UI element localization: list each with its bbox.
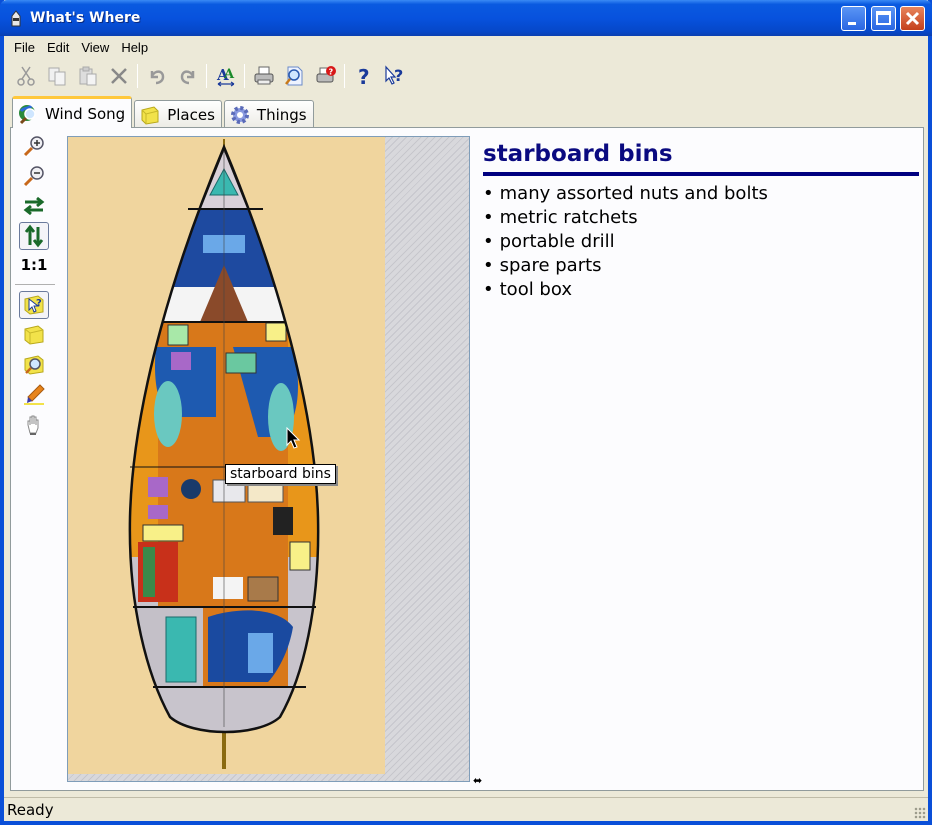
find-place-button[interactable] <box>19 351 49 379</box>
fit-height-button[interactable] <box>19 222 49 250</box>
cut-button[interactable] <box>10 62 41 90</box>
toolbar: AA ? ? ? <box>4 60 928 92</box>
tab-content: 1:1 ? starboard bins ⬌ starboard bins • … <box>10 127 924 791</box>
zoom-in-button[interactable] <box>19 132 49 160</box>
tab-strip: Wind Song Places Things <box>12 96 316 128</box>
identify-place-button[interactable]: ? <box>19 291 49 319</box>
globe-magnifier-icon <box>19 104 36 124</box>
toolbar-separator <box>15 284 55 285</box>
svg-text:?: ? <box>358 65 370 87</box>
menu-edit[interactable]: Edit <box>41 40 75 55</box>
copy-icon <box>48 67 65 86</box>
vertical-arrows-icon <box>24 224 44 248</box>
thing-item: tool box <box>483 278 919 302</box>
yellow-box-icon <box>24 325 44 345</box>
map-viewport[interactable]: starboard bins <box>67 136 470 782</box>
tab-places[interactable]: Places <box>134 100 222 128</box>
actual-size-button[interactable]: 1:1 <box>19 252 49 278</box>
things-list: many assorted nuts and bolts metric ratc… <box>483 182 919 302</box>
printer-question-icon: ? <box>316 66 336 83</box>
undo-button[interactable] <box>141 62 172 90</box>
question-icon: ? <box>358 65 370 87</box>
fit-width-button[interactable] <box>19 192 49 220</box>
whats-this-button[interactable]: ? <box>379 62 410 90</box>
svg-text:?: ? <box>36 298 42 309</box>
tab-label: Wind Song <box>45 104 126 123</box>
menu-bar: File Edit View Help <box>4 36 928 58</box>
map-toolbar: 1:1 ? <box>15 132 55 441</box>
print-preview-icon <box>284 66 302 86</box>
zoom-in-icon <box>23 136 44 157</box>
mouse-cursor-icon <box>286 427 301 449</box>
scissors-icon <box>16 66 35 86</box>
hand-icon <box>27 415 39 435</box>
pan-button[interactable] <box>19 411 49 439</box>
title-bar[interactable]: What's Where <box>0 0 932 36</box>
svg-text:A: A <box>223 67 235 82</box>
map-tooltip: starboard bins <box>225 464 336 484</box>
menu-view[interactable]: View <box>75 40 115 55</box>
print-preview-button[interactable] <box>279 62 310 90</box>
maximize-icon <box>876 11 891 25</box>
menu-help[interactable]: Help <box>115 40 154 55</box>
yellow-box-icon <box>141 105 159 125</box>
toolbar-separator <box>137 64 138 88</box>
toolbar-separator <box>244 64 245 88</box>
resize-grip[interactable] <box>914 807 926 819</box>
horizontal-arrows-icon <box>23 196 45 216</box>
tab-wind-song[interactable]: Wind Song <box>12 96 133 128</box>
highlighter-icon <box>24 384 45 405</box>
box-pointer-question-icon: ? <box>24 295 44 315</box>
app-window: What's Where File Edit View Help A A ? ?… <box>0 0 932 825</box>
menu-file[interactable]: File <box>8 40 41 55</box>
minimize-button[interactable] <box>841 6 866 31</box>
paste-icon <box>79 66 96 86</box>
maximize-button[interactable] <box>871 6 896 31</box>
highlight-button[interactable] <box>19 381 49 409</box>
delete-button[interactable] <box>103 62 134 90</box>
help-button[interactable]: ? <box>348 62 379 90</box>
printer-icon <box>254 66 273 85</box>
boat-plan-drawing <box>128 139 320 769</box>
app-icon <box>11 10 21 27</box>
status-text: Ready <box>7 800 54 819</box>
zoom-out-button[interactable] <box>19 162 49 190</box>
tab-label: Places <box>167 105 215 124</box>
svg-text:?: ? <box>394 66 403 85</box>
window-title: What's Where <box>30 10 141 26</box>
thing-item: spare parts <box>483 254 919 278</box>
thing-item: portable drill <box>483 230 919 254</box>
redo-icon <box>180 70 194 85</box>
zoom-out-icon <box>23 166 44 187</box>
boat-floorplan[interactable] <box>68 137 385 774</box>
svg-text:?: ? <box>328 68 333 77</box>
close-icon <box>905 11 920 26</box>
close-button[interactable] <box>900 6 925 31</box>
x-icon <box>110 68 127 84</box>
font-button[interactable]: AA <box>210 62 241 90</box>
minimize-icon <box>848 22 856 25</box>
arrow-question-icon: ? <box>384 65 403 85</box>
tab-things[interactable]: Things <box>223 100 314 128</box>
status-bar: Ready <box>4 797 928 821</box>
toolbar-separator <box>206 64 207 88</box>
toolbar-separator <box>344 64 345 88</box>
gear-icon <box>230 105 249 124</box>
paste-button[interactable] <box>72 62 103 90</box>
print-help-button[interactable]: ? <box>310 62 341 90</box>
box-magnifier-icon <box>24 355 44 375</box>
new-place-button[interactable] <box>19 321 49 349</box>
tab-label: Things <box>256 105 307 124</box>
place-detail-panel: starboard bins many assorted nuts and bo… <box>483 138 919 302</box>
thing-item: metric ratchets <box>483 206 919 230</box>
splitter-handle[interactable]: ⬌ <box>473 774 482 787</box>
redo-button[interactable] <box>172 62 203 90</box>
thing-item: many assorted nuts and bolts <box>483 182 919 206</box>
place-title: starboard bins <box>483 138 919 176</box>
font-icon: AA <box>216 66 235 87</box>
copy-button[interactable] <box>41 62 72 90</box>
print-button[interactable] <box>248 62 279 90</box>
undo-icon <box>150 70 164 85</box>
